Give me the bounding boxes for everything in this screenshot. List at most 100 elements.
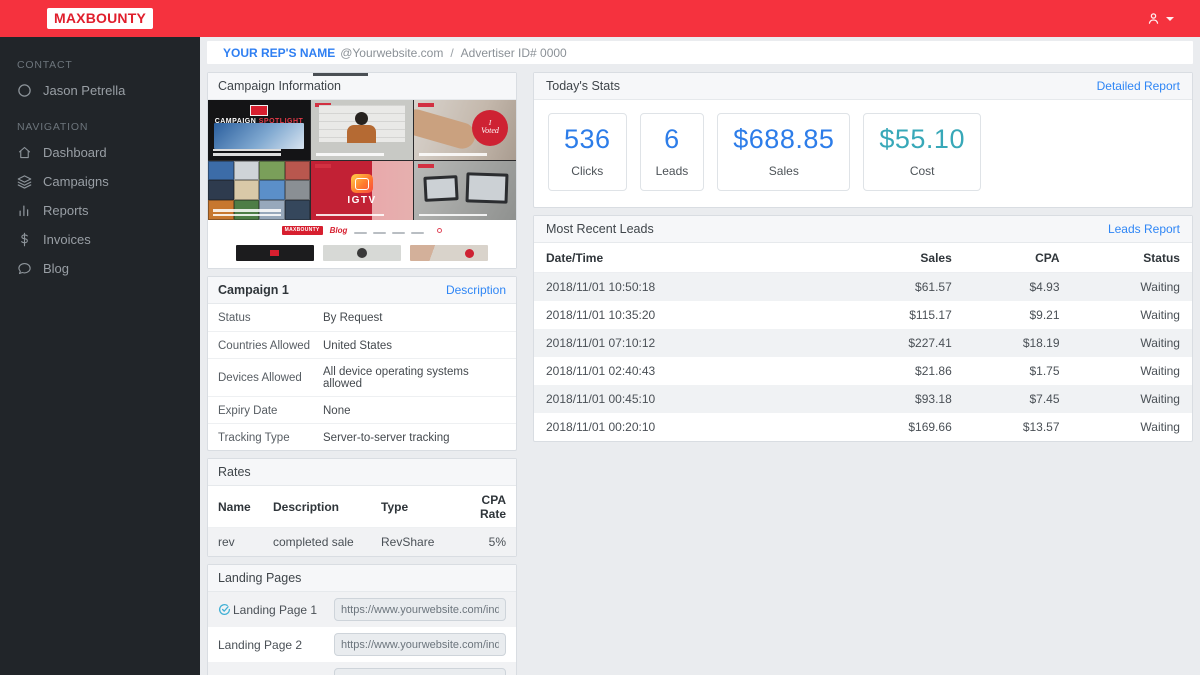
stat-card: 6 Leads: [640, 113, 705, 191]
rate-description: completed sale: [273, 535, 381, 549]
info-value: United States: [323, 340, 392, 352]
column-header: Date/Time: [546, 251, 800, 265]
lead-cpa: $13.57: [952, 420, 1060, 434]
stat-value: 6: [656, 124, 689, 155]
collage-tile-mosaic: [208, 161, 310, 221]
column-header: Description: [273, 500, 381, 514]
campaign-info-rows: Status By Request Countries Allowed Unit…: [208, 304, 516, 450]
column-header: Status: [1060, 251, 1180, 265]
breadcrumb: YOUR REP'S NAME @Yourwebsite.com / Adver…: [207, 41, 1193, 64]
sidebar-item-label: Reports: [43, 203, 89, 218]
landing-page-url-input[interactable]: [334, 668, 506, 675]
sidebar-item-reports[interactable]: Reports: [0, 196, 200, 225]
lead-cpa: $9.21: [952, 308, 1060, 322]
screenshot-thumbnail: [214, 123, 304, 149]
sidebar-item-dashboard[interactable]: Dashboard: [0, 138, 200, 167]
rate-cpa: 5%: [476, 535, 506, 549]
sidebar-item-blog[interactable]: Blog: [0, 254, 200, 283]
sidebar-item-label: Dashboard: [43, 145, 107, 160]
right-column: Today's Stats Detailed Report 536 Clicks…: [533, 72, 1193, 449]
topbar-logo-area: MAXBOUNTY: [0, 8, 200, 29]
info-label: Tracking Type: [218, 432, 323, 444]
dollar-icon: [17, 232, 32, 247]
lead-sales: $227.41: [800, 336, 952, 350]
leads-report-link[interactable]: Leads Report: [1108, 222, 1180, 236]
category-tag: [418, 103, 434, 107]
left-column: Campaign Information CAMPAIGN SPOTLIGHT: [207, 72, 517, 675]
stat-value: $55.10: [879, 124, 965, 155]
info-label: Status: [218, 312, 323, 324]
collage-tile-igtv: IGTV: [311, 161, 413, 221]
blog-thumbnail: [410, 245, 488, 261]
campaign-info-row: Countries Allowed United States: [208, 331, 516, 358]
caption-bars: [316, 151, 384, 156]
category-tag: [418, 164, 434, 168]
lead-sales: $61.57: [800, 280, 952, 294]
breadcrumb-separator: /: [450, 46, 453, 60]
caption-bars: [213, 207, 281, 216]
sidebar-contact-label: CONTACT: [17, 59, 183, 71]
category-tag: [315, 164, 331, 168]
rate-type: RevShare: [381, 535, 476, 549]
stat-label: Clicks: [564, 164, 611, 178]
rates-panel: Rates Name Description Type CPA Rate rev…: [207, 458, 517, 557]
info-label: Expiry Date: [218, 405, 323, 417]
info-label: Devices Allowed: [218, 372, 323, 384]
contact-name: Jason Petrella: [43, 83, 125, 98]
maxbounty-blog-logo: MAXBOUNTY: [282, 226, 323, 235]
sidebar-item-label: Campaigns: [43, 174, 109, 189]
main-content: YOUR REP'S NAME @Yourwebsite.com / Adver…: [200, 37, 1200, 675]
sidebar: CONTACT Jason Petrella NAVIGATION Dashbo…: [0, 37, 200, 675]
table-row: 2018/11/01 00:45:10 $93.18 $7.45 Waiting: [534, 385, 1192, 413]
monitor-image: [465, 172, 508, 203]
detailed-report-link[interactable]: Detailed Report: [1097, 79, 1180, 93]
horizontal-scrollbar-thumb[interactable]: [313, 73, 368, 76]
recent-leads-panel: Most Recent Leads Leads Report Date/Time…: [533, 215, 1193, 442]
sidebar-item-contact-rep[interactable]: Jason Petrella: [0, 76, 200, 105]
check-circle-icon: [218, 603, 231, 616]
landing-page-url-input[interactable]: [334, 598, 506, 621]
landing-page-row: Landing Page 3: [208, 662, 516, 675]
lead-sales: $115.17: [800, 308, 952, 322]
lead-cpa: $18.19: [952, 336, 1060, 350]
blog-nav-links: [354, 223, 430, 237]
sidebar-item-label: Invoices: [43, 232, 91, 247]
advertiser-id: Advertiser ID# 0000: [461, 46, 567, 60]
lead-datetime: 2018/11/01 02:40:43: [546, 364, 800, 378]
stat-label: Sales: [733, 164, 834, 178]
description-link[interactable]: Description: [446, 283, 506, 297]
campaign-details-panel: Campaign 1 Description Status By Request…: [207, 276, 517, 451]
campaign-information-panel: Campaign Information CAMPAIGN SPOTLIGHT: [207, 72, 517, 269]
sidebar-item-campaigns[interactable]: Campaigns: [0, 167, 200, 196]
home-icon: [17, 145, 32, 160]
campaign-preview-image: CAMPAIGN SPOTLIGHT: [208, 100, 516, 268]
stat-card: 536 Clicks: [548, 113, 627, 191]
table-row: 2018/11/01 02:40:43 $21.86 $1.75 Waiting: [534, 357, 1192, 385]
panel-title: Campaign Information: [218, 79, 341, 93]
rep-name-link[interactable]: YOUR REP'S NAME: [223, 46, 335, 60]
maxbounty-logo[interactable]: MAXBOUNTY: [47, 8, 153, 29]
lead-datetime: 2018/11/01 00:45:10: [546, 392, 800, 406]
landing-page-row: Landing Page 1: [208, 592, 516, 627]
igtv-icon: [351, 174, 373, 193]
blog-thumbnail: [323, 245, 401, 261]
stat-value: 536: [564, 124, 611, 155]
caption-bars: [419, 151, 487, 156]
lead-sales: $169.66: [800, 420, 952, 434]
column-header: CPA: [952, 251, 1060, 265]
lead-sales: $21.86: [800, 364, 952, 378]
rate-name: rev: [218, 535, 273, 549]
landing-pages-panel: Landing Pages La: [207, 564, 517, 675]
topbar: MAXBOUNTY: [0, 0, 1200, 37]
landing-page-url-input[interactable]: [334, 633, 506, 656]
campaign-info-row: Status By Request: [208, 304, 516, 331]
contact-circle-icon: [17, 83, 32, 98]
status-badge: Waiting: [1060, 308, 1180, 322]
info-value: Server-to-server tracking: [323, 432, 450, 444]
sidebar-item-invoices[interactable]: Invoices: [0, 225, 200, 254]
info-value: All device operating systems allowed: [323, 366, 506, 390]
lead-datetime: 2018/11/01 10:50:18: [546, 280, 800, 294]
collage-tile-laptops: [414, 161, 516, 221]
user-menu-button[interactable]: [1146, 11, 1174, 26]
column-header: CPA Rate: [476, 493, 506, 521]
